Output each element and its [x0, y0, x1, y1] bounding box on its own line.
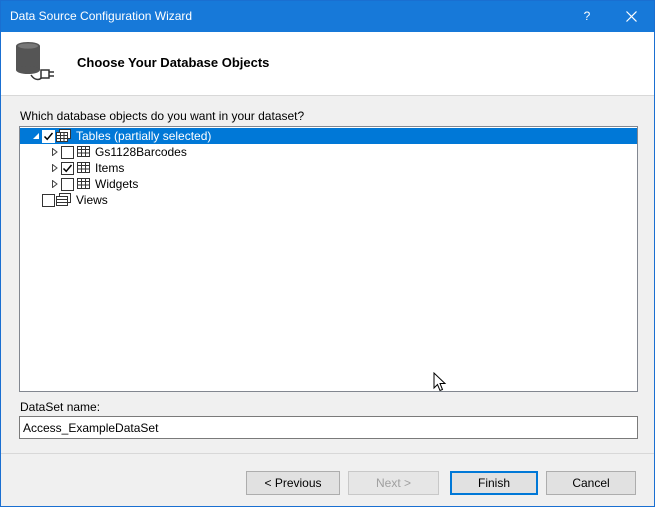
help-icon: ? — [583, 9, 591, 23]
help-button[interactable]: ? — [569, 1, 605, 32]
items-checkbox[interactable] — [61, 162, 74, 175]
page-title: Choose Your Database Objects — [77, 55, 270, 70]
tree-node-items[interactable]: Items — [20, 160, 220, 176]
database-plug-icon — [16, 42, 54, 81]
collapsed-arrow-icon[interactable] — [51, 164, 59, 172]
close-icon — [626, 11, 637, 22]
tree-prompt-label: Which database objects do you want in yo… — [20, 109, 305, 123]
collapsed-arrow-icon[interactable] — [51, 148, 59, 156]
tables-checkbox[interactable] — [42, 130, 55, 143]
footer-divider — [1, 453, 654, 454]
tree-node-widgets[interactable]: Widgets — [20, 176, 220, 192]
expanded-arrow-icon[interactable] — [32, 132, 40, 140]
views-checkbox[interactable] — [42, 194, 55, 207]
title-bar[interactable]: Data Source Configuration Wizard ? — [1, 1, 654, 32]
views-icon — [56, 193, 71, 206]
next-button[interactable]: Next > — [348, 471, 439, 495]
tree-node-gs1128barcodes[interactable]: Gs1128Barcodes — [20, 144, 220, 160]
wizard-header: Choose Your Database Objects — [1, 32, 654, 96]
database-objects-tree[interactable]: Tables (partially selected) Gs1128Barcod… — [19, 126, 638, 392]
tree-node-label: Widgets — [95, 177, 139, 191]
finish-button[interactable]: Finish — [450, 471, 538, 495]
dataset-name-label: DataSet name: — [20, 400, 101, 414]
close-button[interactable] — [610, 1, 654, 32]
window-title: Data Source Configuration Wizard — [10, 9, 193, 23]
previous-button[interactable]: < Previous — [246, 471, 340, 495]
table-icon — [77, 178, 90, 189]
widgets-checkbox[interactable] — [61, 178, 74, 191]
tree-node-label: Items — [95, 161, 125, 175]
check-icon — [43, 132, 54, 141]
wizard-window: Data Source Configuration Wizard ? Choos… — [0, 0, 655, 507]
tree-node-views[interactable]: Views — [20, 192, 220, 208]
cancel-button[interactable]: Cancel — [546, 471, 636, 495]
tables-icon — [56, 129, 71, 142]
tree-node-label: Views — [76, 193, 108, 207]
gs1128barcodes-checkbox[interactable] — [61, 146, 74, 159]
table-icon — [77, 162, 90, 173]
table-icon — [77, 146, 90, 157]
check-icon — [62, 164, 73, 173]
tree-node-label: Gs1128Barcodes — [95, 145, 187, 159]
tree-node-tables[interactable]: Tables (partially selected) — [20, 128, 637, 144]
collapsed-arrow-icon[interactable] — [51, 180, 59, 188]
dataset-name-input[interactable] — [19, 416, 638, 439]
mouse-cursor-icon — [433, 372, 447, 392]
tree-node-label: Tables (partially selected) — [76, 129, 212, 143]
